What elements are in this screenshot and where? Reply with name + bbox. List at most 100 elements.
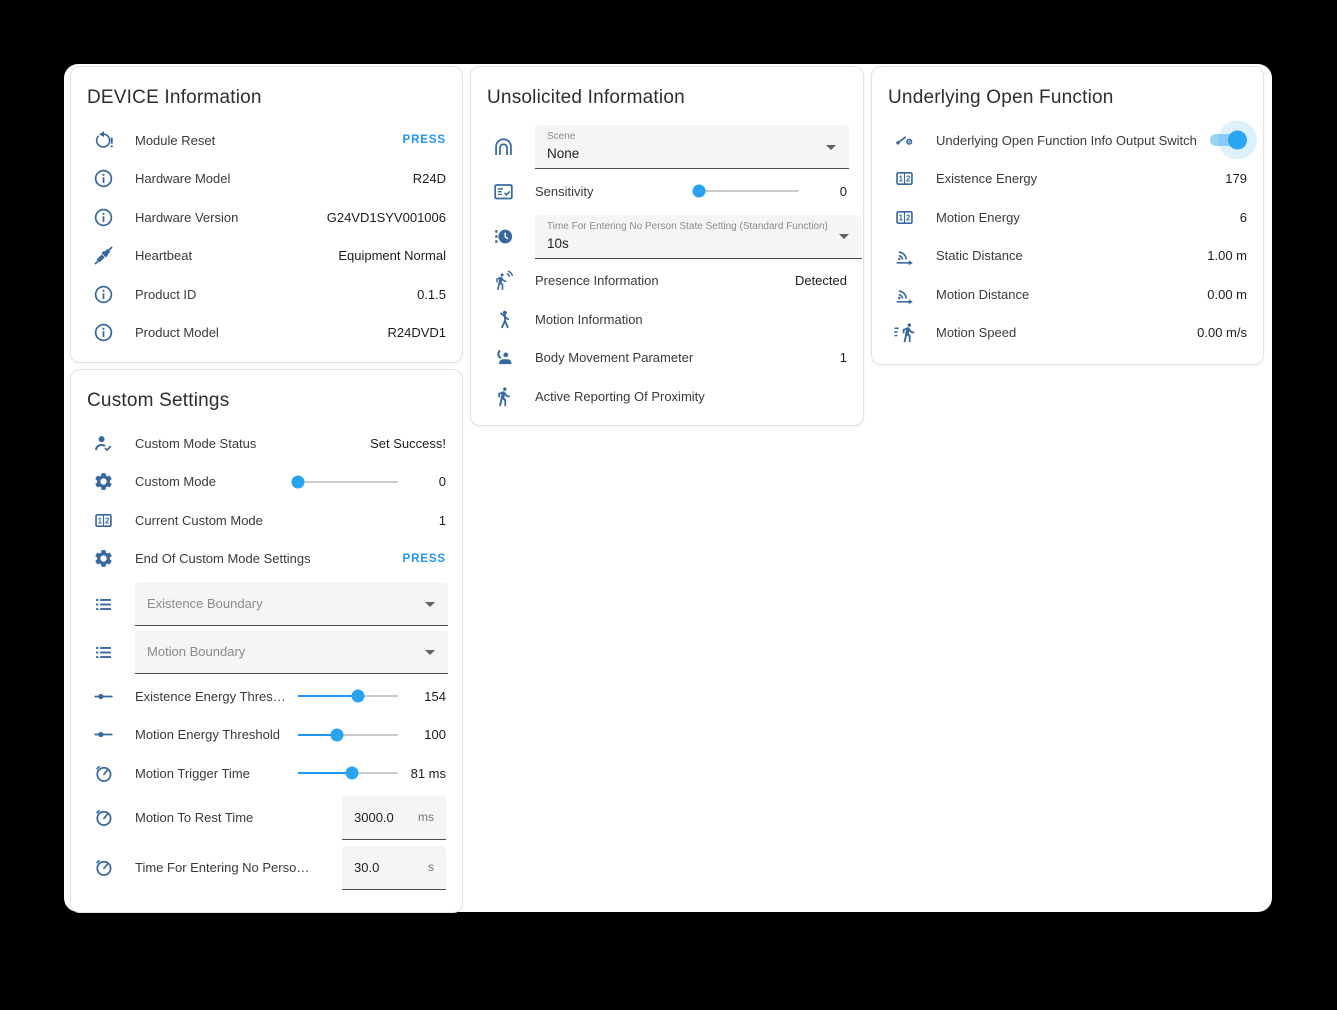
row-product-id: Product ID 0.1.5 [71, 275, 462, 314]
select-placeholder: Motion Boundary [147, 644, 245, 659]
info-output-toggle[interactable] [1207, 130, 1245, 150]
row-label: Active Reporting Of Proximity [535, 389, 847, 404]
row-motion-energy: Motion Energy 6 [872, 198, 1263, 237]
row-value: R24D [413, 171, 446, 186]
row-motion-trigger-time: Motion Trigger Time 81 ms [71, 754, 462, 793]
row-info-output-switch: Underlying Open Function Info Output Swi… [872, 121, 1263, 160]
select-value: 10s [547, 236, 828, 251]
select-placeholder: Existence Boundary [147, 596, 263, 611]
row-value: Set Success! [370, 436, 446, 451]
row-label: Current Custom Mode [135, 513, 439, 528]
row-motion-information: Motion Information [471, 300, 863, 339]
row-value: 1.00 m [1207, 248, 1247, 263]
timer-icon [91, 857, 115, 878]
motion-person-icon [491, 309, 515, 330]
row-current-custom-mode: Current Custom Mode 1 [71, 501, 462, 540]
row-label: Sensitivity [535, 184, 699, 199]
walking-icon [491, 386, 515, 407]
row-value: 179 [1225, 171, 1247, 186]
slider-value: 100 [398, 727, 446, 742]
select-label: Time For Entering No Person State Settin… [547, 220, 828, 233]
info-icon [91, 168, 115, 189]
row-motion-to-rest-time: Motion To Rest Time 3000.0 ms [71, 793, 462, 843]
row-label: Presence Information [535, 273, 795, 288]
card-title: Underlying Open Function [872, 67, 1263, 115]
slider-fill [298, 772, 352, 774]
row-label: Time For Entering No Perso… [135, 860, 342, 875]
slider-thumb[interactable] [352, 690, 365, 703]
presence-sensor-icon [491, 270, 515, 291]
slider-thumb[interactable] [331, 728, 344, 741]
info-icon [91, 322, 115, 343]
sensitivity-slider[interactable] [699, 190, 799, 192]
numbers-icon [91, 510, 115, 531]
row-value: 0.00 m [1207, 287, 1247, 302]
row-scene: Scene None [471, 125, 863, 169]
toggle-thumb[interactable] [1228, 131, 1247, 150]
no-person-time-input[interactable]: 30.0 s [342, 846, 446, 890]
gear-icon [91, 548, 115, 569]
motion-to-rest-input[interactable]: 3000.0 ms [342, 796, 446, 840]
row-custom-mode: Custom Mode 0 [71, 463, 462, 502]
card-title: Custom Settings [71, 370, 462, 418]
row-label: Body Movement Parameter [535, 350, 840, 365]
no-person-time-select[interactable]: Time For Entering No Person State Settin… [535, 215, 862, 259]
row-label: Product Model [135, 325, 387, 340]
fact-check-icon [491, 181, 515, 202]
row-existence-energy-threshold: Existence Energy Threshold 154 [71, 677, 462, 716]
card-custom-settings: Custom Settings Custom Mode Status Set S… [70, 369, 463, 913]
reset-icon [91, 130, 115, 151]
card-device-information: DEVICE Information Module Reset PRESS Ha… [70, 66, 463, 363]
existence-boundary-select[interactable]: Existence Boundary [135, 582, 448, 626]
row-motion-distance: Motion Distance 0.00 m [872, 275, 1263, 314]
clock-history-icon [491, 226, 515, 247]
row-label: Existence Energy [936, 171, 1225, 186]
row-hardware-model: Hardware Model R24D [71, 160, 462, 199]
card-underlying-open-function: Underlying Open Function Underlying Open… [871, 66, 1264, 365]
slider-thumb[interactable] [292, 475, 305, 488]
input-unit: s [428, 860, 434, 874]
slider-thumb[interactable] [346, 767, 359, 780]
slider-handle-icon [91, 724, 115, 745]
chevron-down-icon [826, 145, 836, 150]
row-label: Module Reset [135, 133, 403, 148]
row-label: Static Distance [936, 248, 1207, 263]
numbers-icon [892, 168, 916, 189]
row-value: 0.1.5 [417, 287, 446, 302]
row-label: Heartbeat [135, 248, 338, 263]
slider-value: 0 [398, 474, 446, 489]
row-value: 1 [439, 513, 446, 528]
motion-threshold-slider[interactable] [298, 734, 398, 736]
scene-select[interactable]: Scene None [535, 125, 849, 169]
input-value[interactable]: 3000.0 [354, 810, 412, 825]
slider-value: 81 ms [398, 766, 446, 781]
card-unsolicited-information: Unsolicited Information Scene None Sensi… [470, 66, 864, 426]
slider-value: 0 [799, 184, 847, 199]
row-label: Existence Energy Threshold [135, 689, 298, 704]
select-label: Scene [547, 130, 815, 143]
custom-mode-slider[interactable] [298, 481, 398, 483]
person-check-icon [91, 433, 115, 454]
row-time-setting: Time For Entering No Person State Settin… [471, 215, 863, 259]
end-custom-mode-press-button[interactable]: PRESS [403, 553, 447, 565]
row-existence-boundary: Existence Boundary [71, 582, 462, 626]
chevron-down-icon [425, 602, 435, 607]
row-end-custom-mode: End Of Custom Mode Settings PRESS [71, 540, 462, 579]
module-reset-press-button[interactable]: PRESS [403, 134, 447, 146]
row-label: Custom Mode Status [135, 436, 370, 451]
row-module-reset: Module Reset PRESS [71, 121, 462, 160]
motion-boundary-select[interactable]: Motion Boundary [135, 630, 448, 674]
row-value: 6 [1240, 210, 1247, 225]
existence-threshold-slider[interactable] [298, 695, 398, 697]
input-value[interactable]: 30.0 [354, 860, 422, 875]
slider-thumb[interactable] [693, 185, 706, 198]
motion-trigger-slider[interactable] [298, 772, 398, 774]
row-value: R24DVD1 [387, 325, 446, 340]
row-label: Motion To Rest Time [135, 810, 342, 825]
row-no-person-time: Time For Entering No Perso… 30.0 s [71, 843, 462, 893]
list-icon [91, 642, 115, 663]
row-hardware-version: Hardware Version G24VD1SYV001006 [71, 198, 462, 237]
row-sensitivity: Sensitivity 0 [471, 172, 863, 211]
body-movement-icon [491, 347, 515, 368]
row-heartbeat: Heartbeat Equipment Normal [71, 237, 462, 276]
